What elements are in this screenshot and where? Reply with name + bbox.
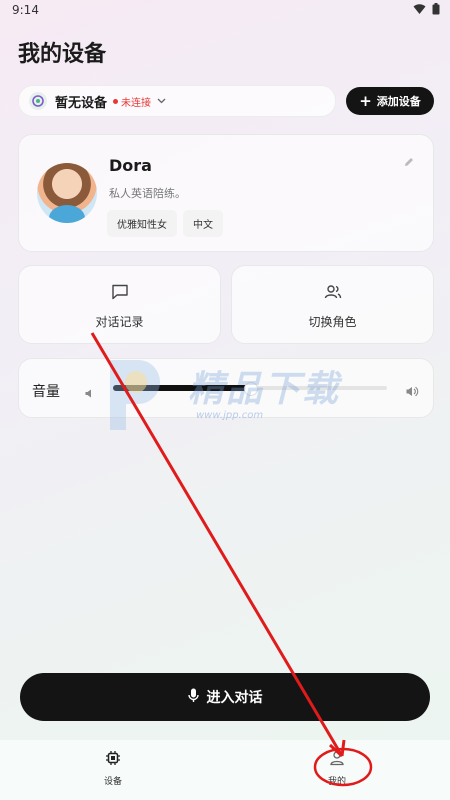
status-icons: [413, 3, 440, 15]
volume-card: 音量: [18, 358, 434, 418]
edit-icon[interactable]: [403, 153, 415, 172]
device-logo-icon: [29, 92, 47, 110]
chip-icon: [106, 751, 120, 765]
tag-language: 中文: [183, 210, 223, 237]
status-dot: [113, 98, 119, 104]
page-title: 我的设备: [18, 42, 107, 67]
users-icon: [324, 284, 342, 303]
profile-name: Dora: [109, 156, 152, 175]
tab-devices-label: 设备: [103, 777, 122, 787]
switch-role-label: 切换角色: [308, 315, 357, 329]
add-device-label: 添加设备: [376, 95, 421, 108]
microphone-icon: [187, 688, 199, 707]
enter-chat-button[interactable]: 进入对话: [20, 673, 430, 721]
tab-mine[interactable]: 我的: [307, 750, 367, 787]
profile-description: 私人英语陪练。: [109, 187, 186, 200]
volume-fill: [113, 385, 250, 391]
add-device-button[interactable]: + 添加设备: [346, 87, 434, 115]
profile-card[interactable]: Dora 私人英语陪练。 优雅知性女 中文: [18, 134, 434, 252]
bottom-tab-bar: 设备 我的: [0, 740, 450, 800]
tab-mine-label: 我的: [327, 777, 346, 787]
chevron-down-icon: [157, 96, 166, 107]
wifi-icon: [413, 4, 426, 14]
volume-label: 音量: [32, 384, 60, 400]
volume-thumb[interactable]: [244, 382, 258, 396]
status-bar: 9:14: [0, 0, 450, 20]
avatar: [37, 163, 97, 223]
switch-role-button[interactable]: 切换角色: [231, 265, 434, 344]
enter-chat-label: 进入对话: [206, 690, 263, 706]
volume-high-icon: [406, 382, 419, 401]
device-name: 暂无设备: [55, 95, 108, 111]
profile-tags: 优雅知性女 中文: [107, 210, 223, 237]
chat-history-button[interactable]: 对话记录: [18, 265, 221, 344]
tab-devices[interactable]: 设备: [83, 750, 143, 787]
tag-voice: 优雅知性女: [107, 210, 177, 237]
volume-low-icon: [85, 383, 93, 402]
person-icon: [330, 751, 344, 766]
device-status: 未连接: [121, 97, 152, 109]
battery-icon: [432, 3, 440, 15]
chat-history-label: 对话记录: [95, 315, 144, 329]
volume-slider[interactable]: [113, 382, 387, 396]
status-time: 9:14: [12, 3, 39, 17]
plus-icon: +: [359, 91, 372, 110]
chat-bubble-icon: [111, 284, 129, 304]
device-selector[interactable]: 暂无设备 未连接: [18, 85, 336, 117]
